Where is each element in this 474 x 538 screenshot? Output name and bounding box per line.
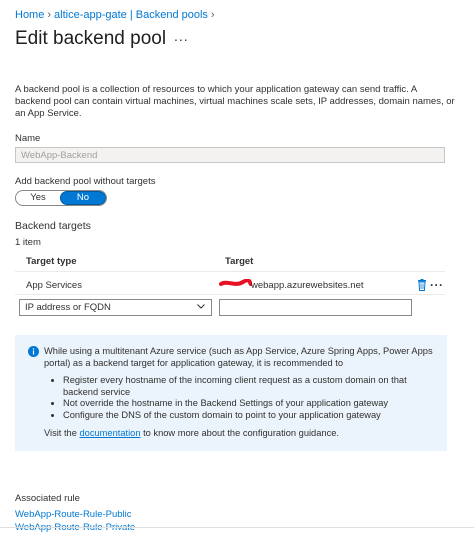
info-banner: While using a multitenant Azure service …: [15, 335, 447, 451]
documentation-link[interactable]: documentation: [80, 428, 141, 438]
info-bullet: Not override the hostname in the Backend…: [63, 398, 443, 410]
redaction-mark: [219, 279, 252, 287]
row-target-value: webapp.azurewebsites.net: [251, 280, 364, 291]
page-description: A backend pool is a collection of resour…: [15, 84, 455, 119]
row-more-options-icon[interactable]: ···: [430, 278, 444, 292]
chevron-right-icon: ›: [210, 9, 215, 21]
chevron-down-icon: [197, 304, 205, 309]
name-label: Name: [15, 133, 41, 144]
name-input[interactable]: WebApp-Backend: [15, 147, 445, 163]
associated-rule-link[interactable]: WebApp-Route-Rule-Public: [15, 509, 132, 520]
column-header-target: Target: [225, 256, 254, 267]
backend-targets-heading: Backend targets: [15, 220, 91, 232]
info-bullet: Register every hostname of the incoming …: [63, 375, 443, 398]
info-visit-line: Visit the documentation to know more abo…: [44, 428, 438, 440]
breadcrumb: Home › altice-app-gate | Backend pools ›: [15, 9, 218, 21]
associated-rule-label: Associated rule: [15, 493, 80, 504]
toggle-option-yes[interactable]: Yes: [16, 191, 60, 205]
no-targets-label: Add backend pool without targets: [15, 176, 156, 187]
toggle-option-no[interactable]: No: [60, 191, 106, 205]
target-input[interactable]: [219, 299, 412, 316]
info-bullet: Configure the DNS of the custom domain t…: [63, 410, 443, 422]
more-options-button[interactable]: ...: [174, 28, 189, 44]
no-targets-toggle[interactable]: Yes No: [15, 190, 107, 206]
info-bullets: Register every hostname of the incoming …: [49, 375, 443, 421]
footer-divider: [0, 527, 474, 528]
delete-icon[interactable]: [417, 279, 427, 291]
page-title: Edit backend pool: [15, 28, 167, 49]
item-count: 1 item: [15, 237, 41, 248]
target-type-select[interactable]: IP address or FQDN: [19, 299, 212, 316]
info-visit-suffix: to know more about the configuration gui…: [143, 428, 339, 438]
info-intro: While using a multitenant Azure service …: [44, 346, 433, 368]
breadcrumb-home[interactable]: Home: [15, 9, 44, 21]
info-icon: [28, 346, 39, 357]
chevron-right-icon: ›: [47, 9, 52, 21]
column-header-target-type: Target type: [26, 256, 77, 267]
row-target-type: App Services: [26, 280, 82, 291]
target-type-select-value: IP address or FQDN: [25, 302, 111, 313]
row-divider: [15, 294, 445, 295]
header-divider: [15, 271, 445, 272]
info-visit-prefix: Visit the: [44, 428, 77, 438]
breadcrumb-backend-pools[interactable]: altice-app-gate | Backend pools: [54, 9, 208, 21]
